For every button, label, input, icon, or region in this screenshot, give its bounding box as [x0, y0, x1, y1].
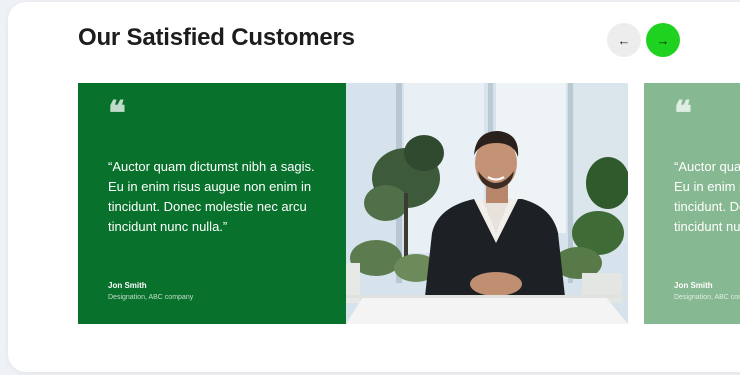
testimonial-slide: ❛❛ “Auctor quam dictumst nibh a sagis. E…: [78, 83, 628, 324]
customer-portrait-image: [346, 83, 628, 324]
quote-panel: ❛❛ “Auctor quam dictumst nibh a sagis. E…: [78, 83, 346, 324]
previous-button[interactable]: ←: [607, 23, 641, 57]
arrow-right-icon: →: [656, 32, 670, 48]
quote-icon: ❛❛: [108, 94, 126, 134]
quote-panel: ❛❛ “Auctor quam dictumst nibh a sagis. E…: [644, 83, 740, 324]
arrow-left-icon: ←: [617, 32, 631, 48]
testimonial-slide-next[interactable]: ❛❛ “Auctor quam dictumst nibh a sagis. E…: [644, 83, 740, 324]
author-designation: Designation, ABC company: [674, 294, 740, 301]
testimonial-quote: “Auctor quam dictumst nibh a sagis. Eu i…: [108, 159, 315, 234]
customer-photo: [346, 83, 628, 324]
author-name: Jon Smith: [674, 281, 713, 290]
author-designation: Designation, ABC company: [108, 294, 194, 301]
next-button[interactable]: →: [646, 23, 680, 57]
section-title: Our Satisfied Customers: [78, 24, 355, 51]
quote-icon: ❛❛: [674, 94, 692, 134]
author-name: Jon Smith: [108, 281, 147, 290]
testimonial-quote: “Auctor quam dictumst nibh a sagis. Eu i…: [674, 159, 740, 234]
